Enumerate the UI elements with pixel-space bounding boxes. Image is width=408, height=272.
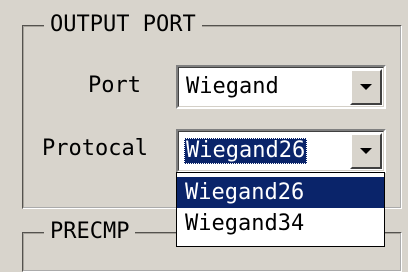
port-dropdown-button[interactable] [350, 69, 382, 105]
protocol-combobox[interactable]: Wiegand26 [176, 129, 386, 173]
port-label: Port [88, 73, 141, 98]
output-port-title: OUTPUT PORT [44, 13, 202, 37]
precmp-title: PRECMP [44, 220, 136, 244]
protocol-value: Wiegand26 [184, 138, 308, 164]
port-combobox[interactable]: Wiegand [176, 65, 386, 109]
chevron-down-icon [360, 148, 372, 154]
protocol-dropdown-list: Wiegand26 Wiegand34 [176, 172, 385, 247]
port-value: Wiegand [186, 74, 279, 99]
protocol-dropdown-button[interactable] [350, 133, 382, 169]
protocol-option-wiegand34[interactable]: Wiegand34 [177, 208, 384, 239]
protocol-option-wiegand26[interactable]: Wiegand26 [177, 177, 384, 208]
chevron-down-icon [360, 84, 372, 90]
protocol-label: Protocal [42, 136, 148, 161]
